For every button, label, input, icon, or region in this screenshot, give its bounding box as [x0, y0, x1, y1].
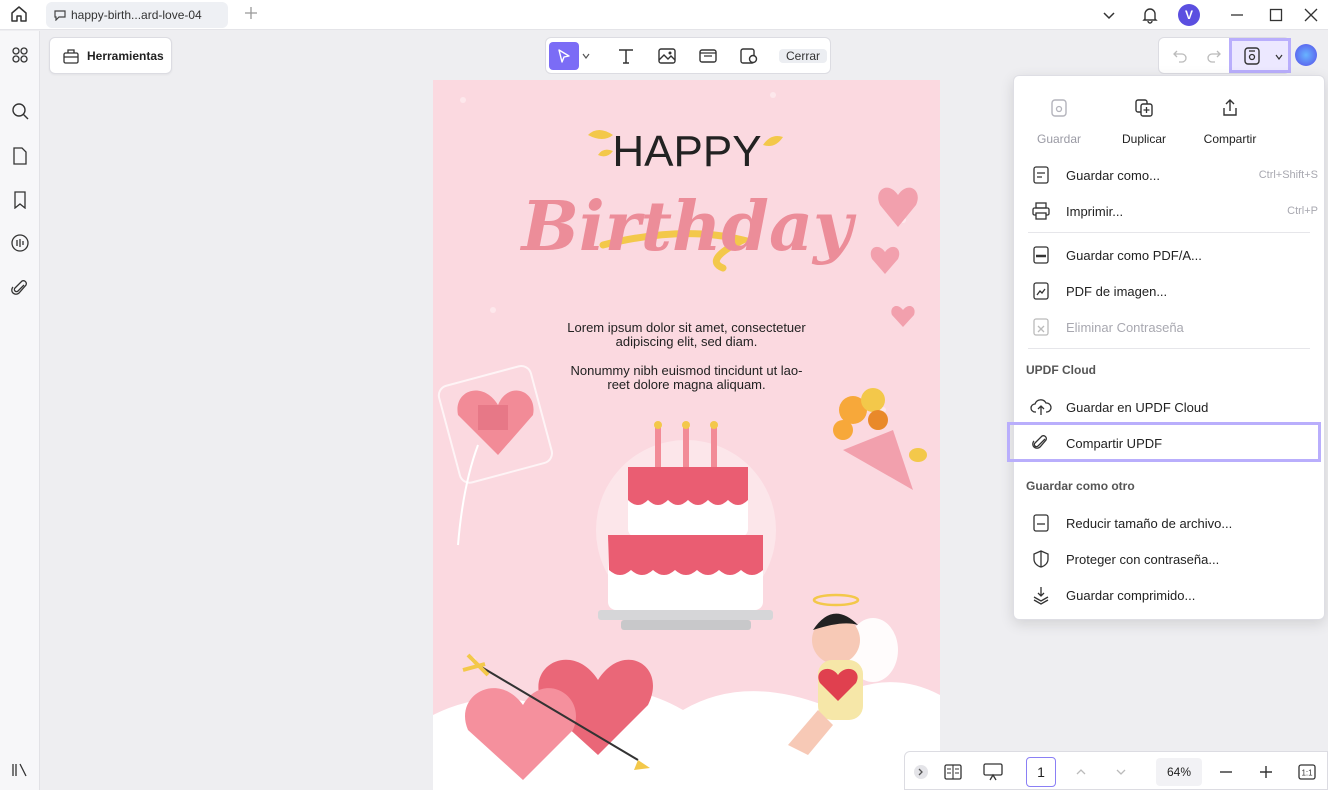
- menu-item-print[interactable]: Imprimir... Ctrl+P: [1026, 196, 1320, 226]
- menu-item-protect[interactable]: Proteger con contraseña...: [1026, 544, 1320, 574]
- save-menu-button[interactable]: [1229, 38, 1291, 73]
- title-bar: happy-birth...ard-love-04 V: [0, 0, 1328, 30]
- home-icon[interactable]: [8, 3, 30, 25]
- chevron-down-icon[interactable]: [580, 42, 592, 70]
- ai-assistant-icon[interactable]: [1295, 44, 1317, 66]
- printer-icon: [1026, 199, 1056, 223]
- bookmark-icon[interactable]: [8, 188, 32, 212]
- maximize-icon[interactable]: [1259, 0, 1293, 30]
- image-pdf-icon: [1026, 279, 1056, 303]
- pdfa-icon: [1026, 243, 1056, 267]
- comment-icon: [54, 10, 66, 21]
- pdf-page: HAPPY Birthday Lorem ipsum dolor sit ame…: [433, 80, 940, 790]
- toolbox-icon: [63, 48, 79, 64]
- search-icon[interactable]: [8, 99, 32, 123]
- edit-toolbar: Cerrar: [545, 37, 831, 74]
- tools-button[interactable]: Herramientas: [49, 37, 172, 74]
- watermark-icon: [740, 48, 758, 64]
- link-icon: [699, 49, 717, 63]
- birthday-heading: Birthday: [519, 187, 857, 267]
- watermark-tool-button[interactable]: [735, 42, 763, 70]
- menu-item-save-as[interactable]: Guardar como... Ctrl+Shift+S: [1026, 160, 1320, 190]
- menu-item-save-pdfa[interactable]: Guardar como PDF/A...: [1026, 240, 1320, 270]
- highlight-box: [1007, 422, 1321, 462]
- image-icon: [658, 48, 676, 64]
- save-action-button[interactable]: Guardar: [1024, 96, 1094, 146]
- share-action-button[interactable]: Compartir: [1195, 96, 1265, 146]
- image-tool-button[interactable]: [653, 42, 681, 70]
- close-icon[interactable]: [1294, 0, 1328, 30]
- divider: [1028, 348, 1310, 349]
- page-icon[interactable]: [8, 144, 32, 168]
- menu-item-remove-password[interactable]: Eliminar Contraseña: [1026, 312, 1320, 342]
- text-icon: [619, 49, 633, 64]
- pointer-icon: [558, 49, 570, 63]
- menu-item-image-pdf[interactable]: PDF de imagen...: [1026, 276, 1320, 306]
- save-icon: [1024, 96, 1094, 120]
- document-tab[interactable]: happy-birth...ard-love-04: [46, 2, 228, 28]
- close-edit-button[interactable]: Cerrar: [779, 42, 828, 70]
- avatar[interactable]: V: [1172, 0, 1206, 30]
- compress-file-icon: [1026, 511, 1056, 535]
- chevron-down-icon: [1274, 49, 1284, 67]
- presentation-icon[interactable]: [981, 760, 1005, 784]
- paragraph-1: Lorem ipsum dolor sit amet, consectetuer…: [567, 320, 806, 349]
- select-tool-button[interactable]: [549, 42, 579, 70]
- bottom-toolbar: 1 64% 1:1: [904, 751, 1328, 790]
- grid-icon[interactable]: [8, 43, 32, 67]
- page-number-input[interactable]: 1: [1026, 757, 1056, 787]
- divider: [1028, 232, 1310, 233]
- shield-icon: [1026, 547, 1056, 571]
- zoom-out-icon[interactable]: [1216, 760, 1236, 784]
- save-icon: [1242, 46, 1262, 71]
- chevron-right-icon[interactable]: [911, 760, 931, 784]
- minimize-icon[interactable]: [1220, 0, 1254, 30]
- happy-heading: HAPPY: [612, 127, 761, 176]
- redo-icon[interactable]: [1203, 42, 1225, 70]
- undo-icon[interactable]: [1169, 42, 1191, 70]
- actual-size-icon[interactable]: 1:1: [1296, 760, 1318, 784]
- chevron-down-icon[interactable]: [1092, 0, 1126, 30]
- layers-icon[interactable]: [8, 758, 32, 782]
- bell-icon[interactable]: [1133, 0, 1167, 30]
- unlock-icon: [1026, 315, 1056, 339]
- save-as-icon: [1026, 163, 1056, 187]
- page-layout-icon[interactable]: [941, 760, 965, 784]
- plus-icon[interactable]: [240, 2, 262, 24]
- chevron-down-icon[interactable]: [1111, 760, 1131, 784]
- svg-text:1:1: 1:1: [1301, 769, 1313, 778]
- share-icon: [1195, 96, 1265, 120]
- chevron-up-icon[interactable]: [1071, 760, 1091, 784]
- duplicate-icon: [1109, 96, 1179, 120]
- attachment-icon[interactable]: [8, 276, 32, 300]
- duplicate-action-button[interactable]: Duplicar: [1109, 96, 1179, 146]
- section-cloud: UPDF Cloud: [1026, 363, 1096, 377]
- save-dropdown-menu: Guardar Duplicar Compartir Guardar como.…: [1013, 75, 1325, 620]
- zoom-level[interactable]: 64%: [1156, 758, 1202, 786]
- tab-title: happy-birth...ard-love-04: [71, 8, 202, 22]
- text-tool-button[interactable]: [612, 42, 640, 70]
- left-sidebar: [0, 31, 40, 790]
- section-save-other: Guardar como otro: [1026, 479, 1135, 493]
- download-compress-icon: [1026, 583, 1056, 607]
- paragraph-2: Nonummy nibh euismod tincidunt ut lao- r…: [570, 363, 803, 392]
- menu-item-reduce-size[interactable]: Reducir tamaño de archivo...: [1026, 508, 1320, 538]
- zoom-in-icon[interactable]: [1256, 760, 1276, 784]
- menu-item-save-cloud[interactable]: Guardar en UPDF Cloud: [1026, 392, 1320, 422]
- ai-chat-icon[interactable]: [8, 231, 32, 255]
- link-tool-button[interactable]: [694, 42, 722, 70]
- menu-item-save-compressed[interactable]: Guardar comprimido...: [1026, 580, 1320, 610]
- cloud-upload-icon: [1026, 395, 1056, 419]
